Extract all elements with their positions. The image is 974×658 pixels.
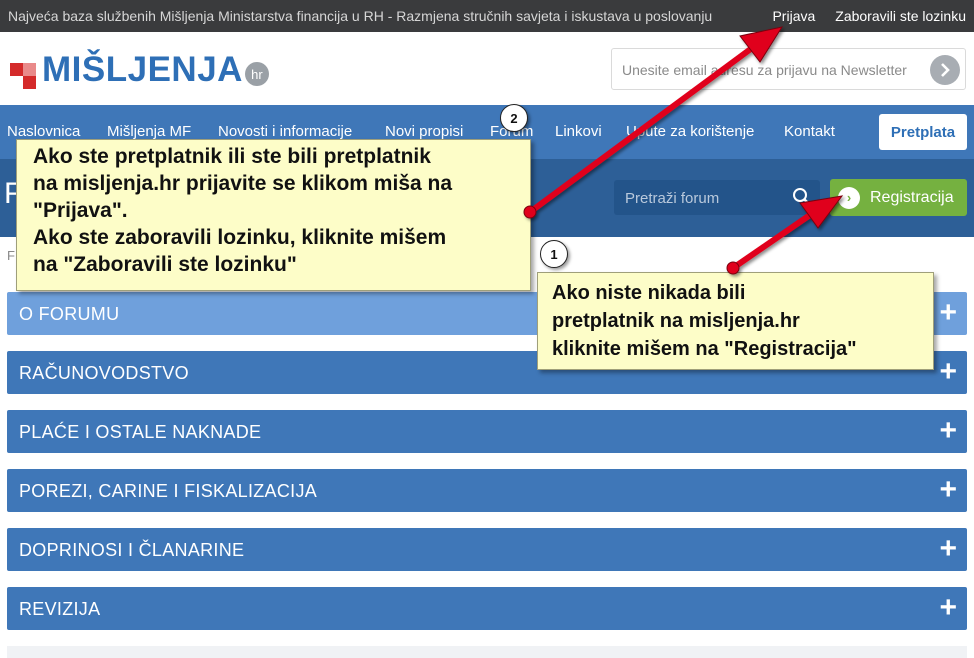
logo-text: MIŠLJENJA [42, 50, 243, 89]
callout-line: Ako ste zaboravili lozinku, kliknite miš… [33, 226, 447, 249]
step-marker-2: 2 [500, 104, 528, 132]
accordion-label: PLAĆE I OSTALE NAKNADE [19, 422, 262, 442]
logo-mark-icon [10, 55, 40, 89]
nav-item-upute[interactable]: Upute za korištenje [626, 123, 754, 140]
site-tagline: Najveća baza službenih Mišljenja Minista… [8, 8, 713, 24]
forgot-password-link[interactable]: Zaboravili ste lozinku [835, 8, 966, 24]
top-bar: Najveća baza službenih Mišljenja Minista… [0, 0, 974, 32]
plus-icon[interactable]: + [939, 296, 957, 330]
newsletter-email-input[interactable] [622, 59, 922, 81]
accordion-label: POREZI, CARINE I FISKALIZACIJA [19, 481, 318, 501]
nav-item-kontakt[interactable]: Kontakt [784, 123, 835, 140]
plus-icon[interactable]: + [939, 591, 957, 625]
accordion-label: RAČUNOVODSTVO [19, 363, 189, 383]
next-section-edge [7, 646, 967, 658]
accordion-item-place[interactable]: PLAĆE I OSTALE NAKNADE + [7, 410, 967, 453]
callout-line: Ako ste pretplatnik ili ste bili pretpla… [33, 145, 431, 168]
plus-icon[interactable]: + [939, 473, 957, 507]
nav-item-naslovnica[interactable]: Naslovnica [7, 123, 80, 140]
plus-icon[interactable]: + [939, 355, 957, 389]
nav-item-linkovi[interactable]: Linkovi [555, 123, 602, 140]
nav-item-novosti[interactable]: Novosti i informacije [218, 123, 352, 140]
chevron-right-icon: › [838, 186, 860, 209]
register-button[interactable]: › Registracija [830, 179, 967, 216]
top-links: Prijava Zaboravili ste lozinku [772, 8, 966, 24]
callout-line: kliknite mišem na "Registracija" [552, 338, 857, 360]
accordion-label: DOPRINOSI I ČLANARINE [19, 540, 245, 560]
login-link[interactable]: Prijava [772, 8, 815, 24]
accordion-item-doprinosi[interactable]: DOPRINOSI I ČLANARINE + [7, 528, 967, 571]
callout-line: "Prijava". [33, 199, 128, 222]
forum-search [614, 180, 820, 215]
forum-search-input[interactable] [625, 188, 785, 208]
plus-icon[interactable]: + [939, 414, 957, 448]
accordion-label: O FORUMU [19, 304, 120, 324]
accordion-item-revizija[interactable]: REVIZIJA + [7, 587, 967, 630]
chevron-right-icon [941, 63, 950, 77]
step-marker-1: 1 [540, 240, 568, 268]
newsletter-form [611, 48, 966, 90]
logo-tld-badge: hr [244, 62, 269, 86]
subscribe-button[interactable]: Pretplata [879, 114, 967, 150]
login-instruction-callout: Ako ste pretplatnik ili ste bili pretpla… [16, 139, 531, 291]
register-instruction-callout: Ako niste nikada bili pretplatnik na mis… [537, 272, 934, 370]
register-label: Registracija [870, 188, 954, 206]
site-logo[interactable]: MIŠLJENJA hr [10, 50, 269, 89]
callout-line: Ako niste nikada bili [552, 282, 746, 304]
nav-item-misljenja-mf[interactable]: Mišljenja MF [107, 123, 191, 140]
accordion-item-porezi[interactable]: POREZI, CARINE I FISKALIZACIJA + [7, 469, 967, 512]
nav-item-novi-propisi[interactable]: Novi propisi [385, 123, 463, 140]
search-icon[interactable] [792, 187, 812, 207]
callout-line: na "Zaboravili ste lozinku" [33, 253, 297, 276]
newsletter-submit-button[interactable] [930, 55, 960, 85]
plus-icon[interactable]: + [939, 532, 957, 566]
breadcrumb: F [7, 248, 15, 263]
callout-line: na misljenja.hr prijavite se klikom miša… [33, 172, 453, 195]
accordion-label: REVIZIJA [19, 599, 101, 619]
callout-line: pretplatnik na misljenja.hr [552, 310, 800, 332]
